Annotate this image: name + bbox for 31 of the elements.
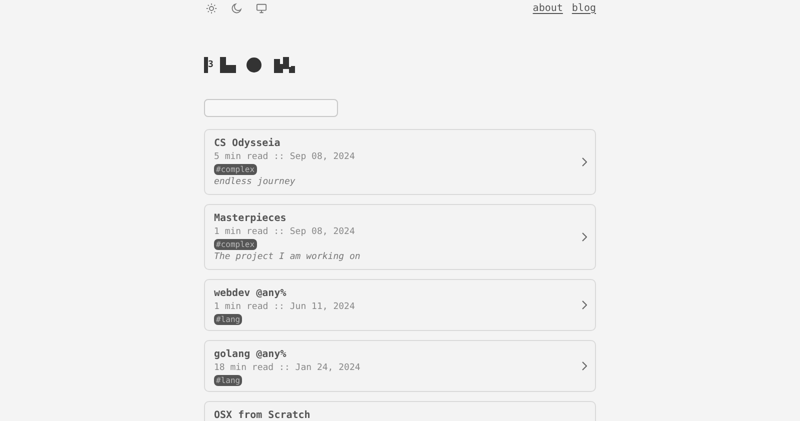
post-title: Masterpieces bbox=[214, 212, 286, 225]
post-title: CS Odysseia bbox=[214, 137, 280, 150]
post-card[interactable]: golang @any% 18 min read :: Jan 24, 2024 #lang bbox=[204, 340, 596, 392]
post-card[interactable]: CS Odysseia 5 min read :: Sep 08, 2024 #complex endless journey bbox=[204, 129, 596, 195]
post-description: The project I am working on bbox=[214, 251, 360, 264]
monitor-icon[interactable] bbox=[256, 2, 267, 14]
tag[interactable]: #complex bbox=[214, 164, 257, 175]
moon-icon[interactable] bbox=[231, 2, 242, 14]
sun-icon[interactable] bbox=[206, 2, 217, 14]
chevron-right-icon bbox=[582, 158, 587, 166]
post-meta: 5 min read :: Sep 08, 2024 bbox=[214, 151, 355, 163]
post-description: endless journey bbox=[214, 176, 296, 189]
chevron-right-icon bbox=[582, 300, 587, 310]
search-field[interactable] bbox=[204, 99, 338, 117]
nav-link[interactable]: blog bbox=[572, 0, 596, 16]
post-title: OSX from Scratch bbox=[214, 409, 310, 421]
nav-link[interactable]: about bbox=[532, 0, 563, 16]
chevron-right-icon bbox=[582, 232, 587, 242]
post-meta: 1 min read :: Jun 11, 2024 bbox=[214, 301, 355, 313]
post-card[interactable]: webdev @any% 1 min read :: Jun 11, 2024 #lang bbox=[204, 279, 596, 331]
logo-drawing: 3 bbox=[204, 56, 296, 74]
tag[interactable]: #lang bbox=[214, 375, 242, 386]
post-card[interactable]: OSX from Scratch bbox=[204, 401, 596, 421]
tag[interactable]: #lang bbox=[214, 314, 242, 325]
post-title: webdev @any% bbox=[214, 287, 286, 300]
post-meta: 1 min read :: Sep 08, 2024 bbox=[214, 226, 355, 238]
chevron-right-icon bbox=[582, 362, 587, 370]
post-card[interactable]: Masterpieces 1 min read :: Sep 08, 2024 #complex The project I am working on bbox=[204, 204, 596, 270]
post-meta: 18 min read :: Jan 24, 2024 bbox=[214, 362, 360, 374]
post-title: golang @any% bbox=[214, 348, 286, 361]
tag[interactable]: #complex bbox=[214, 239, 257, 250]
